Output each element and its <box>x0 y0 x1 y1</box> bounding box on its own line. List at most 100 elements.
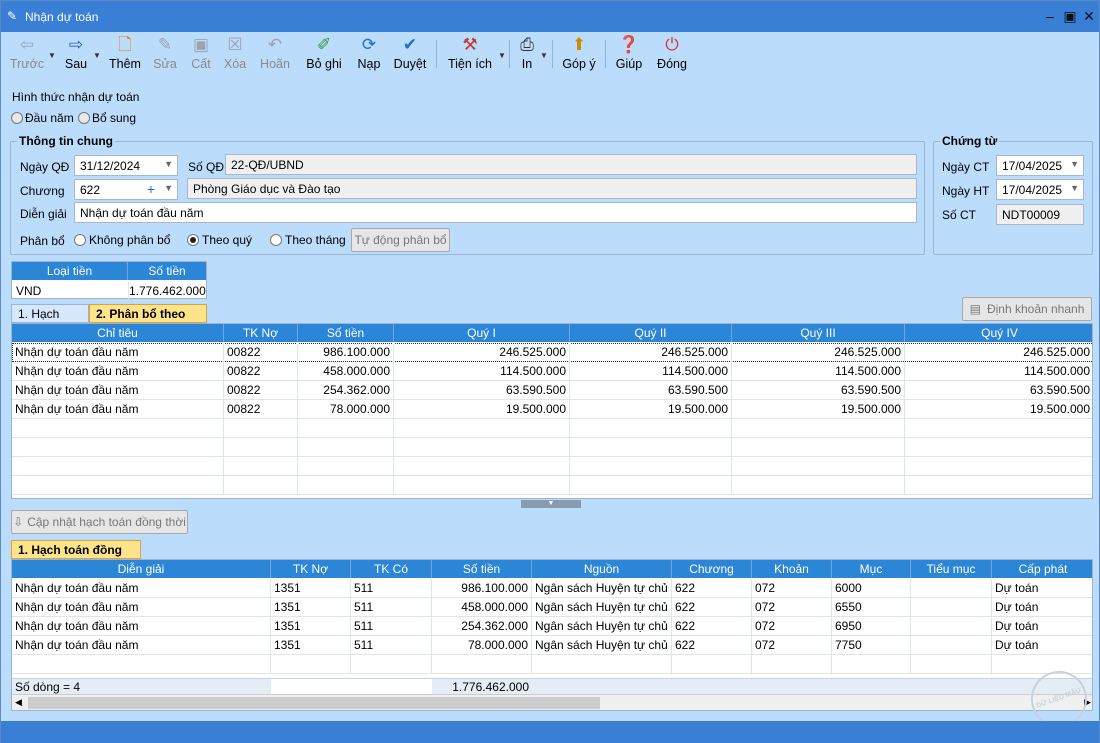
table-cell[interactable]: 246.525.000 <box>732 343 905 362</box>
table-cell[interactable] <box>351 655 432 674</box>
print-dropdown-icon[interactable]: ▼ <box>540 51 548 60</box>
table-cell[interactable]: 63.590.500 <box>394 381 570 400</box>
table-cell[interactable] <box>732 438 905 457</box>
table-cell[interactable]: 254.362.000 <box>298 381 394 400</box>
table-cell[interactable] <box>224 457 298 476</box>
table-cell[interactable]: 511 <box>351 617 432 636</box>
table-cell[interactable]: Dự toán <box>992 598 1092 617</box>
quick-entry-button[interactable]: ▤ Định khoản nhanh <box>962 297 1092 321</box>
tab-concurrent-accounting[interactable]: 1. Hạch toán đồng thời <box>11 540 141 571</box>
table-row[interactable]: Nhận dự toán đầu năm 1351 511 254.362.000 Ng… <box>12 617 1092 636</box>
table-cell[interactable] <box>12 476 224 495</box>
table-cell[interactable] <box>224 476 298 495</box>
table-cell[interactable] <box>224 419 298 438</box>
table-cell[interactable] <box>905 457 1092 476</box>
table-cell[interactable]: 114.500.000 <box>905 362 1092 381</box>
table-cell[interactable]: 00822 <box>224 400 298 419</box>
table-cell[interactable] <box>911 636 992 655</box>
table-row[interactable]: Nhận dự toán đầu năm 00822 78.000.000 19.50… <box>12 400 1092 419</box>
table-cell[interactable]: 19.500.000 <box>905 400 1092 419</box>
table-cell[interactable]: 458.000.000 <box>298 362 394 381</box>
chevron-down-icon[interactable]: ▼ <box>1070 183 1079 193</box>
table-cell[interactable] <box>394 476 570 495</box>
radio-supplement[interactable] <box>78 112 90 124</box>
table-cell[interactable]: Ngân sách Huyện tự chủ <box>532 636 672 655</box>
help-button[interactable]: ❓ Giúp <box>613 34 645 74</box>
table-cell[interactable]: Nhận dự toán đầu năm <box>12 400 224 419</box>
table-row[interactable] <box>12 438 1092 457</box>
table-cell[interactable] <box>911 655 992 674</box>
table-cell[interactable]: 072 <box>752 579 832 598</box>
table-cell[interactable]: 622 <box>672 598 752 617</box>
table-cell[interactable]: 6550 <box>832 598 911 617</box>
table-cell[interactable]: Nhận dự toán đầu năm <box>12 636 271 655</box>
table-cell[interactable] <box>905 438 1092 457</box>
table-cell[interactable] <box>298 419 394 438</box>
table-cell[interactable]: 072 <box>752 636 832 655</box>
table-cell[interactable] <box>570 438 732 457</box>
table-cell[interactable]: 511 <box>351 579 432 598</box>
update-accounting-button[interactable]: ⇩ Cập nhật hạch toán đồng thời <box>11 510 188 534</box>
table-cell[interactable]: 78.000.000 <box>298 400 394 419</box>
table-cell[interactable]: 1351 <box>271 636 351 655</box>
next-dropdown-icon[interactable]: ▼ <box>93 51 101 60</box>
table-cell[interactable]: 78.000.000 <box>432 636 532 655</box>
table-cell[interactable]: 072 <box>752 617 832 636</box>
table-cell[interactable]: 622 <box>672 579 752 598</box>
table-row[interactable]: Nhận dự toán đầu năm 00822 458.000.000 114.… <box>12 362 1092 381</box>
table-cell[interactable]: Nhận dự toán đầu năm <box>12 579 271 598</box>
table-cell[interactable]: Dự toán <box>992 579 1092 598</box>
radio-start-year[interactable] <box>11 112 23 124</box>
table-cell[interactable]: Nhận dự toán đầu năm <box>12 381 224 400</box>
plus-icon[interactable]: + <box>147 181 155 197</box>
radio-by-month[interactable] <box>270 234 282 246</box>
table-cell[interactable]: 1351 <box>271 579 351 598</box>
posting-date-field[interactable]: 17/04/2025 ▼ <box>996 179 1084 200</box>
delete-button[interactable]: ☒ Xóa <box>219 34 251 74</box>
table-cell[interactable]: 114.500.000 <box>732 362 905 381</box>
table-cell[interactable]: Nhận dự toán đầu năm <box>12 617 271 636</box>
table-cell[interactable]: Dự toán <box>992 617 1092 636</box>
close-button[interactable]: ⏻ Đóng <box>653 34 691 74</box>
table-cell[interactable] <box>905 419 1092 438</box>
unpost-button[interactable]: ✐ Bỏ ghi <box>303 34 345 74</box>
table-row[interactable] <box>12 419 1092 438</box>
table-cell[interactable]: Ngân sách Huyện tự chủ <box>532 579 672 598</box>
table-cell[interactable] <box>992 655 1092 674</box>
table-cell[interactable]: 622 <box>672 636 752 655</box>
table-cell[interactable]: 6950 <box>832 617 911 636</box>
table-cell[interactable]: 511 <box>351 636 432 655</box>
table-cell[interactable]: 63.590.500 <box>905 381 1092 400</box>
close-window-icon[interactable]: ✕ <box>1080 8 1098 24</box>
table-cell[interactable] <box>570 476 732 495</box>
table-cell[interactable] <box>394 438 570 457</box>
minimize-icon[interactable]: – <box>1041 8 1059 24</box>
table-cell[interactable]: 246.525.000 <box>394 343 570 362</box>
table-cell[interactable]: 7750 <box>832 636 911 655</box>
table-row[interactable]: Nhận dự toán đầu năm 1351 511 986.100.000 Ng… <box>12 579 1092 598</box>
table-cell[interactable]: 254.362.000 <box>432 617 532 636</box>
table-cell[interactable]: Dự toán <box>992 636 1092 655</box>
table-cell[interactable] <box>911 617 992 636</box>
table-cell[interactable]: 1351 <box>271 598 351 617</box>
table-cell[interactable]: 114.500.000 <box>570 362 732 381</box>
scroll-thumb[interactable] <box>28 697 600 709</box>
table-row[interactable] <box>12 655 1092 674</box>
table-cell[interactable]: 00822 <box>224 362 298 381</box>
table-cell[interactable]: 986.100.000 <box>432 579 532 598</box>
table-cell[interactable] <box>905 476 1092 495</box>
table-cell[interactable]: Nhận dự toán đầu năm <box>12 343 224 362</box>
table-row[interactable]: Nhận dự toán đầu năm 00822 254.362.000 63.5… <box>12 381 1092 400</box>
table-cell[interactable] <box>394 419 570 438</box>
table-cell[interactable] <box>394 457 570 476</box>
undo-button[interactable]: ↶ Hoãn <box>257 34 293 74</box>
table-cell[interactable] <box>224 438 298 457</box>
table-cell[interactable] <box>672 655 752 674</box>
table-cell[interactable]: Ngân sách Huyện tự chủ <box>532 617 672 636</box>
table-cell[interactable] <box>911 598 992 617</box>
radio-no-allocation[interactable] <box>74 234 86 246</box>
radio-by-quarter[interactable] <box>187 234 199 246</box>
add-button[interactable]: 🗋 Thêm <box>107 34 143 74</box>
table-cell[interactable] <box>298 457 394 476</box>
table-cell[interactable] <box>298 438 394 457</box>
